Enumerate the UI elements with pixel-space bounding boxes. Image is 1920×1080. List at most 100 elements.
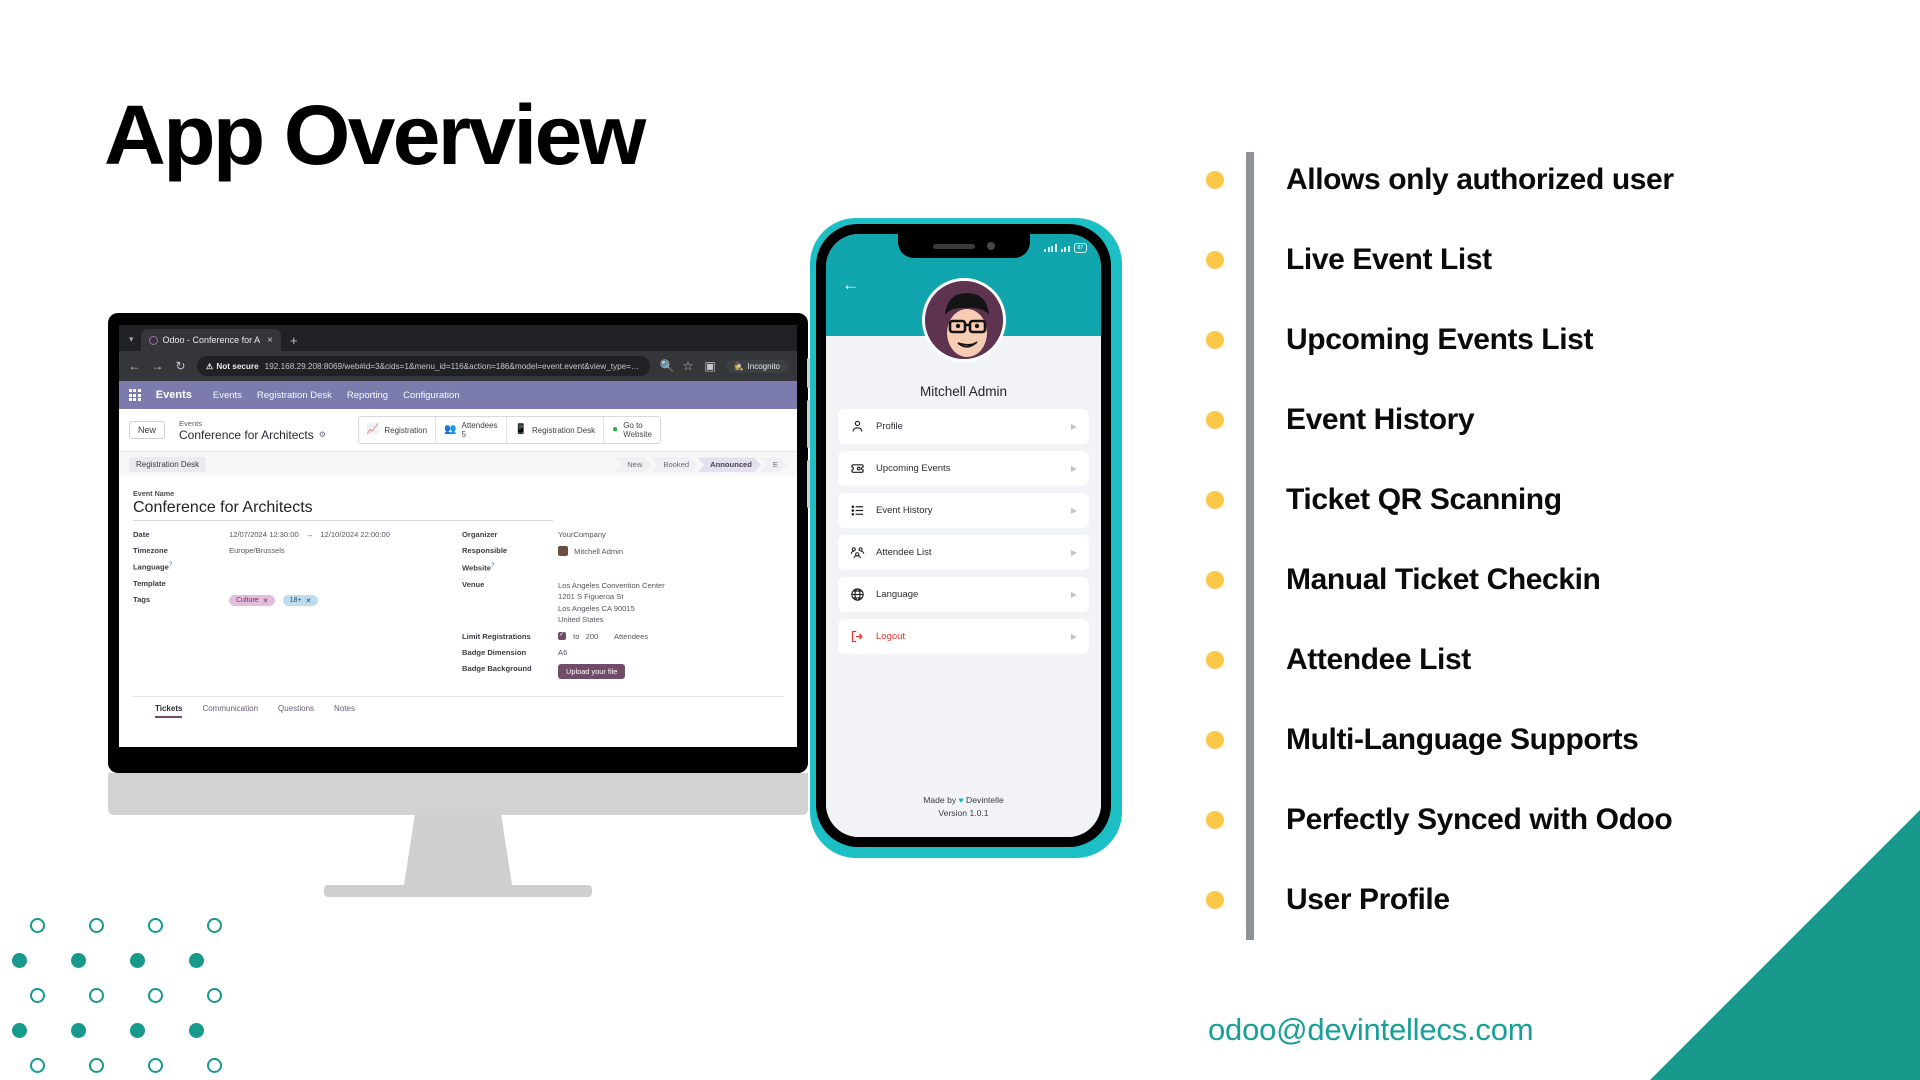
phone-menu-item-profile[interactable]: Profile ▶ <box>838 409 1089 444</box>
field-template: Template <box>133 579 454 588</box>
field-organizer-value[interactable]: YourCompany <box>558 530 606 539</box>
sheet-tag-registration-desk[interactable]: Registration Desk <box>129 457 207 473</box>
stat-button-attendees-count: 5 <box>461 430 466 440</box>
dot-solid-icon <box>12 953 27 968</box>
chevron-right-icon: ▶ <box>1070 548 1077 557</box>
status-step-booked[interactable]: Booked <box>650 457 698 472</box>
status-step-ended[interactable]: E <box>760 457 787 472</box>
phone-menu-item-event-history[interactable]: Event History ▶ <box>838 493 1089 528</box>
odoo-app-name: Events <box>155 389 192 401</box>
browser-tab[interactable]: Odoo - Conference for A × <box>140 329 281 351</box>
stat-button-attendees[interactable]: 👥 Attendees 5 <box>436 417 507 444</box>
phone-footer: Made by ♥ Devintelle Version 1.0.1 <box>826 794 1101 819</box>
sidepanel-icon[interactable]: ▣ <box>704 359 717 373</box>
new-tab-button[interactable]: + <box>281 333 307 351</box>
tag-culture[interactable]: Culture ✕ <box>229 595 276 607</box>
field-date: Date 12/07/2024 12:30:00 → 12/10/2024 22… <box>133 530 454 539</box>
tab-notes[interactable]: Notes <box>334 704 355 718</box>
limit-checkbox[interactable] <box>558 631 566 641</box>
odoo-favicon-icon <box>148 335 158 345</box>
zoom-icon[interactable]: 🔍 <box>660 359 675 373</box>
phone-menu-label: Language <box>876 589 919 600</box>
breadcrumb-parent[interactable]: Events <box>179 419 326 428</box>
tab-tickets[interactable]: Tickets <box>155 704 183 719</box>
tag-remove-icon[interactable]: ✕ <box>305 597 311 605</box>
gear-icon[interactable]: ⚙ <box>319 430 326 439</box>
omnibox[interactable]: ⚠ Not secure 192.168.29.208:8069/web#id=… <box>197 356 650 376</box>
feature-label: Allows only authorized user <box>1286 163 1674 196</box>
apps-grid-icon[interactable] <box>129 389 141 401</box>
phone-menu-label: Profile <box>876 421 903 432</box>
dot-hollow-icon <box>148 988 163 1003</box>
dot-grid-decoration <box>12 918 242 1078</box>
stat-button-go-to-website[interactable]: ● Go to Website <box>604 417 660 444</box>
field-tags-label: Tags <box>133 594 151 604</box>
contact-email[interactable]: odoo@devintellecs.com <box>1208 1012 1534 1048</box>
phone-volume-up-button[interactable] <box>807 358 810 388</box>
warning-triangle-icon: ⚠ <box>206 362 214 371</box>
bullet-icon <box>1206 731 1224 749</box>
stat-button-registration-desk[interactable]: 📱 Registration Desk <box>506 417 605 444</box>
upload-file-button[interactable]: Upload your file <box>558 664 626 680</box>
feature-item: Multi-Language Supports <box>1206 700 1906 780</box>
help-icon[interactable]: ? <box>169 562 173 568</box>
chevron-right-icon: ▶ <box>1070 506 1077 515</box>
forward-icon[interactable]: → <box>151 359 164 373</box>
bullet-icon <box>1206 891 1224 909</box>
bullet-icon <box>1206 491 1224 509</box>
close-icon[interactable]: × <box>267 335 273 346</box>
signal-bars-icon <box>1044 244 1057 252</box>
tag-culture-label: Culture <box>236 596 259 604</box>
incognito-badge[interactable]: 🕵 Incognito <box>725 359 788 373</box>
tab-questions[interactable]: Questions <box>278 704 314 718</box>
bookmark-star-icon[interactable]: ☆ <box>682 359 695 373</box>
phone-footer-made-by: Made by ♥ Devintelle <box>826 794 1101 806</box>
chevron-down-icon[interactable]: ▾ <box>125 334 141 351</box>
tag-remove-icon[interactable]: ✕ <box>263 597 269 605</box>
dot-hollow-icon <box>148 1058 163 1073</box>
help-icon[interactable]: ? <box>491 563 495 569</box>
tag-18plus[interactable]: 18+ ✕ <box>282 595 319 607</box>
dot-hollow-icon <box>30 918 45 933</box>
event-name-value[interactable]: Conference for Architects <box>133 499 553 522</box>
phone-menu-item-logout[interactable]: Logout ▶ <box>838 619 1089 654</box>
phone-volume-down-button[interactable] <box>807 400 810 448</box>
phone-power-button[interactable] <box>807 460 810 508</box>
feature-item: Manual Ticket Checkin <box>1206 540 1906 620</box>
avatar[interactable] <box>921 278 1006 362</box>
arrow-left-icon[interactable]: ← <box>842 276 859 293</box>
stat-button-registration-desk-label: Registration Desk <box>532 425 596 435</box>
phone-menu-item-attendee-list[interactable]: Attendee List ▶ <box>838 535 1089 570</box>
field-date-start[interactable]: 12/07/2024 12:30:00 <box>229 530 299 539</box>
dot-solid-icon <box>189 1023 204 1038</box>
phone-menu-item-language[interactable]: Language ▶ <box>838 577 1089 612</box>
field-badge-dimension-value[interactable]: A6 <box>558 648 567 657</box>
browser-url-bar: ← → ↻ ⚠ Not secure 192.168.29.208:8069/w… <box>119 351 797 381</box>
phone-menu-item-upcoming-events[interactable]: Upcoming Events ▶ <box>838 451 1089 486</box>
feature-item: Event History <box>1206 380 1906 460</box>
odoo-menu-events[interactable]: Events <box>213 390 242 401</box>
field-date-end[interactable]: 12/10/2024 22:00:00 <box>320 530 390 539</box>
odoo-sheet-bar: Registration Desk New Booked Announced E <box>119 452 797 478</box>
field-responsible: Responsible Mitchell Admin <box>462 546 783 557</box>
dot-hollow-icon <box>30 1058 45 1073</box>
feature-label: Attendee List <box>1286 643 1471 676</box>
back-icon[interactable]: ← <box>128 359 141 373</box>
reload-icon[interactable]: ↻ <box>174 359 187 373</box>
status-step-announced[interactable]: Announced <box>697 457 761 472</box>
stat-button-registration[interactable]: 📈 Registration <box>358 417 437 444</box>
status-step-new[interactable]: New <box>614 457 651 472</box>
status-bar: New Booked Announced E <box>615 457 787 472</box>
field-timezone-value[interactable]: Europe/Brussels <box>229 546 285 555</box>
field-timezone: Timezone Europe/Brussels <box>133 546 454 555</box>
field-badge-background: Badge Background Upload your file <box>462 664 783 680</box>
stat-button-website-label: Website <box>623 430 652 440</box>
new-record-button[interactable]: New <box>129 421 166 440</box>
tab-communication[interactable]: Communication <box>202 704 258 718</box>
not-secure-badge[interactable]: ⚠ Not secure <box>206 361 259 372</box>
odoo-menu-configuration[interactable]: Configuration <box>403 390 460 401</box>
limit-count[interactable]: 200 <box>586 632 599 641</box>
odoo-menu-registration-desk[interactable]: Registration Desk <box>257 390 332 401</box>
odoo-menu-reporting[interactable]: Reporting <box>347 390 388 401</box>
feature-label: Live Event List <box>1286 243 1492 276</box>
